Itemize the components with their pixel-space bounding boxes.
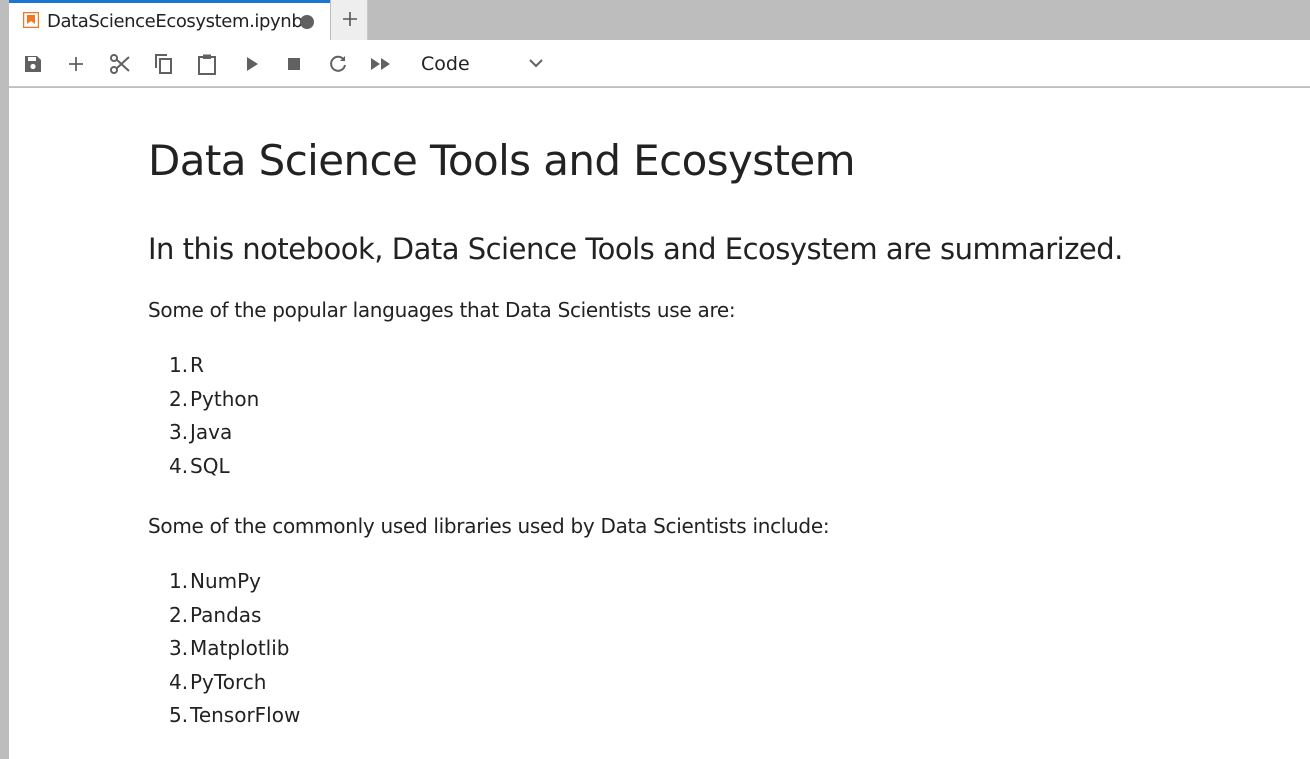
notebook-content[interactable]: Data Science Tools and Ecosystem In this… (9, 88, 1310, 759)
add-cell-button[interactable] (64, 52, 88, 76)
plus-icon (343, 12, 357, 26)
chevron-down-icon (529, 59, 543, 68)
notebook-toolbar: Code (9, 40, 1310, 87)
cut-button[interactable] (108, 52, 132, 76)
notebook-intro: In this notebook, Data Science Tools and… (148, 232, 1123, 266)
stop-icon (288, 58, 300, 70)
new-tab-button[interactable] (331, 0, 368, 40)
run-button[interactable] (240, 52, 264, 76)
run-all-button[interactable] (369, 52, 393, 76)
paste-button[interactable] (195, 52, 219, 76)
save-button[interactable] (21, 52, 45, 76)
cell-type-value: Code (421, 53, 470, 75)
stop-button[interactable] (282, 52, 306, 76)
restart-icon (330, 55, 346, 72)
restart-button[interactable] (326, 52, 350, 76)
copy-button[interactable] (151, 52, 175, 76)
notebook-icon (22, 11, 40, 29)
languages-heading: Some of the popular languages that Data … (148, 298, 736, 322)
notebook-title: Data Science Tools and Ecosystem (148, 136, 856, 185)
tab-title: DataScienceEcosystem.ipynb (47, 11, 303, 32)
jupyter-app: DataScienceEcosystem.ipynb Code Data Sci… (0, 0, 1310, 759)
unsaved-indicator-icon[interactable] (300, 15, 314, 29)
libraries-heading: Some of the commonly used libraries used… (148, 514, 830, 538)
save-icon (25, 56, 41, 72)
run-all-icon (371, 58, 390, 70)
run-icon (247, 57, 258, 71)
paste-icon (198, 54, 216, 75)
tab-bar: DataScienceEcosystem.ipynb (0, 0, 1310, 40)
notebook-tab[interactable]: DataScienceEcosystem.ipynb (9, 0, 330, 40)
cut-icon (110, 54, 130, 74)
copy-icon (155, 54, 172, 74)
add-cell-icon (69, 57, 83, 71)
cell-type-dropdown[interactable]: Code (413, 50, 553, 78)
